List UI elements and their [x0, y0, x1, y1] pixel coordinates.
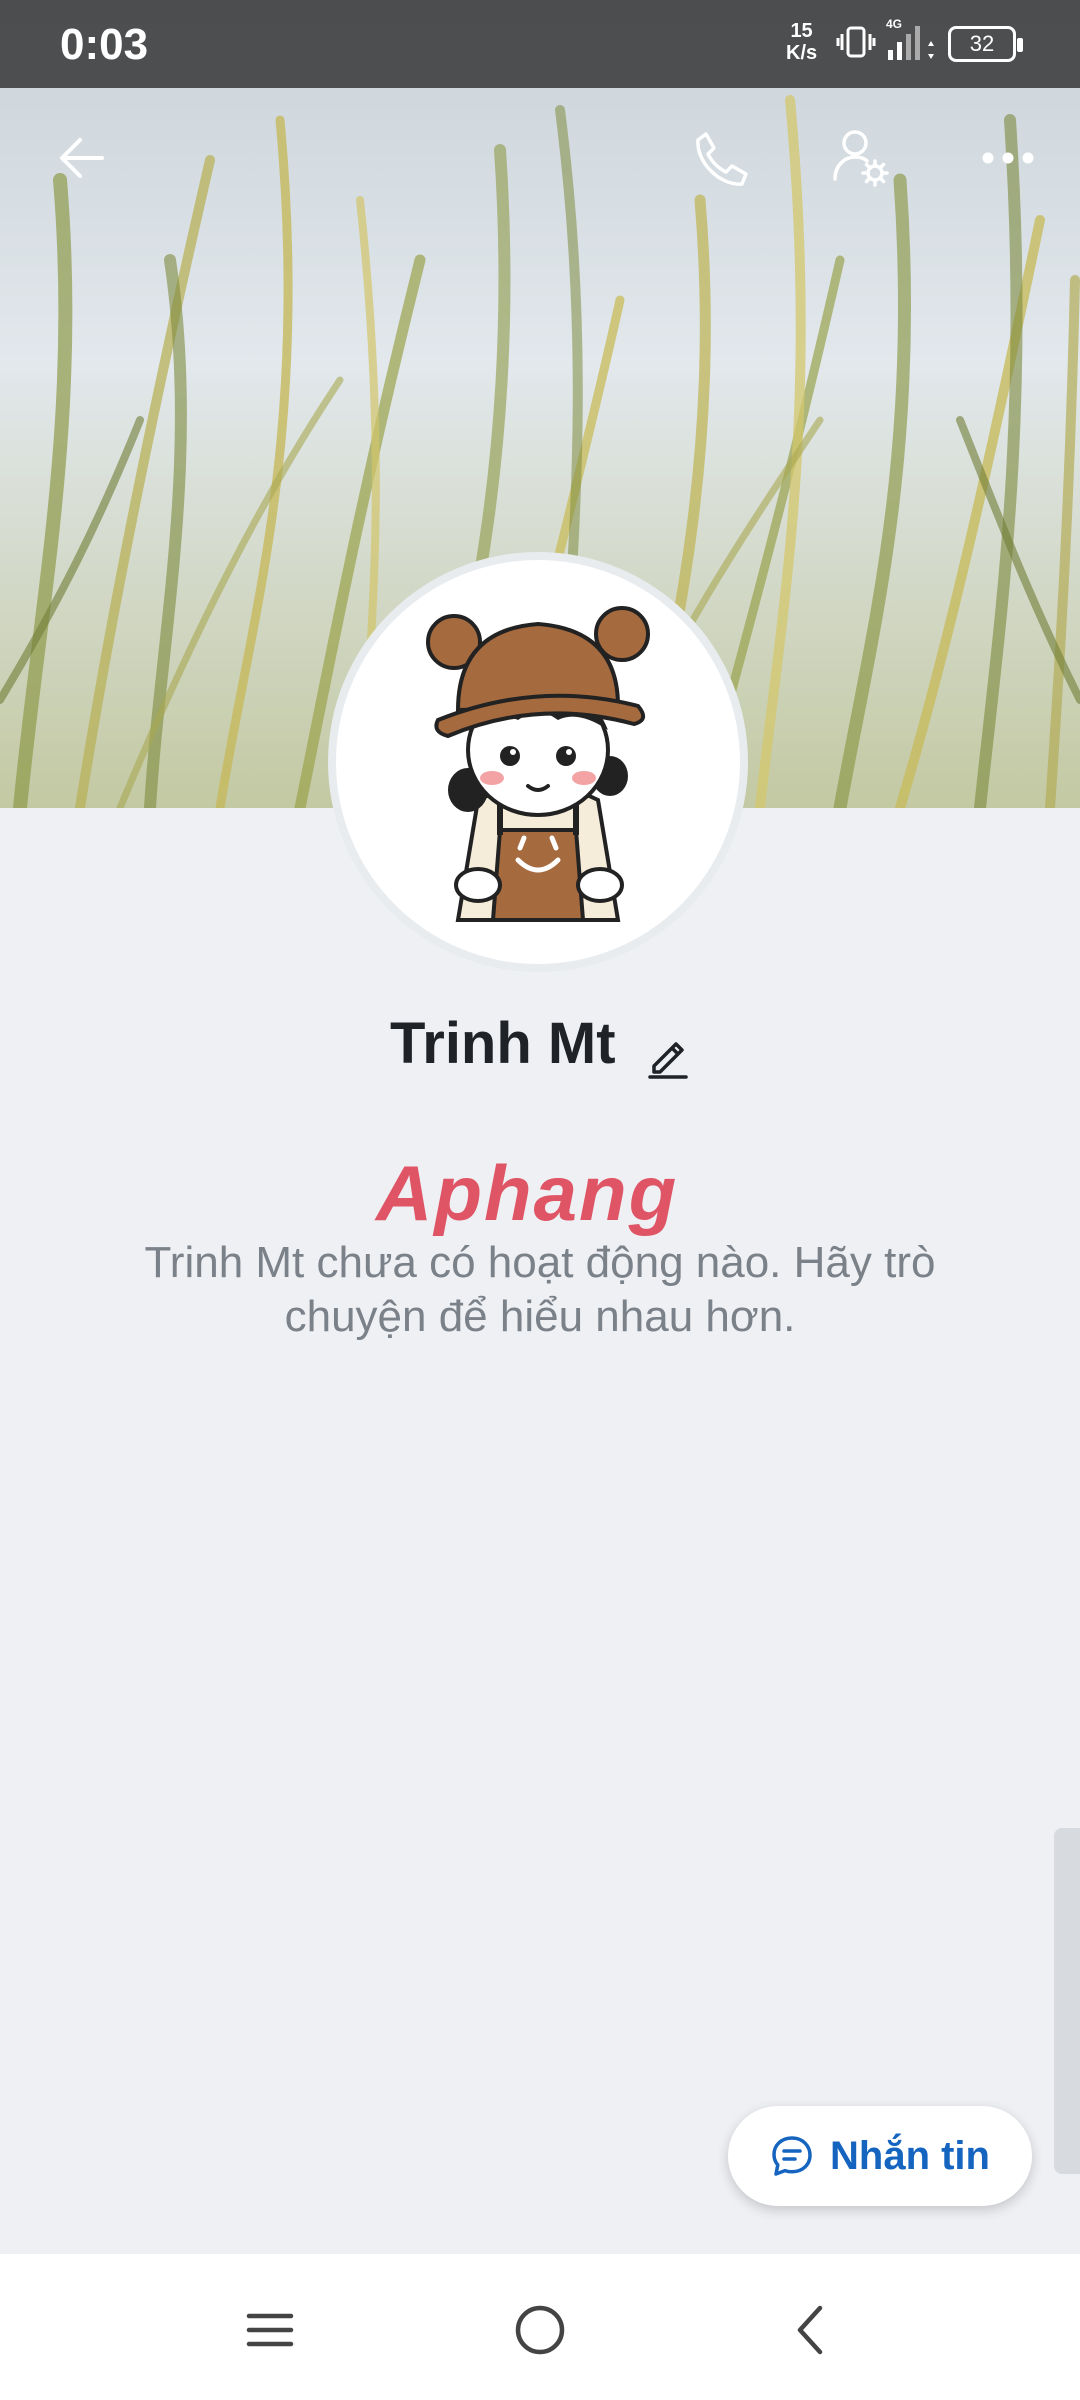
menu-icon	[246, 2313, 294, 2347]
status-bar: 0:03 15 K/s 4G 32	[0, 0, 1080, 88]
more-icon	[982, 152, 1034, 164]
send-message-label: Nhắn tin	[830, 2133, 990, 2178]
call-button[interactable]	[680, 118, 760, 198]
back-arrow-icon	[60, 138, 104, 178]
home-button[interactable]	[500, 2290, 580, 2370]
vibrate-icon	[836, 22, 876, 67]
back-icon	[797, 2305, 823, 2355]
phone-icon	[696, 132, 748, 186]
empty-activity-message: Trinh Mt chưa có hoạt động nào. Hãy trò …	[144, 1238, 936, 1341]
recent-apps-button[interactable]	[230, 2290, 310, 2370]
send-message-button[interactable]: Nhắn tin	[728, 2106, 1032, 2206]
net-speed: 15 K/s	[786, 20, 817, 64]
status-time: 0:03	[60, 20, 149, 69]
avatar[interactable]	[336, 560, 740, 964]
edit-name-button[interactable]	[646, 1032, 690, 1085]
battery-indicator: 32	[948, 26, 1023, 62]
scrollbar[interactable]	[1054, 1828, 1080, 2174]
avatar-illustration	[426, 606, 650, 922]
net-speed-unit: K/s	[786, 42, 818, 64]
home-icon	[515, 2305, 565, 2355]
watermark-text: Aphang	[376, 1149, 679, 1237]
net-speed-value: 15	[790, 20, 813, 42]
profile-name: Trinh Mt	[390, 1011, 616, 1076]
nav-back-button[interactable]	[770, 2290, 850, 2370]
profile-settings-button[interactable]	[822, 118, 902, 198]
signal-icon: 4G	[884, 16, 936, 71]
system-nav-bar	[0, 2254, 1080, 2400]
more-button[interactable]	[968, 118, 1048, 198]
network-type: 4G	[886, 17, 902, 31]
pencil-icon	[648, 1042, 688, 1080]
watermark-logo: Aphang	[376, 1148, 678, 1239]
chat-icon	[772, 2136, 812, 2176]
back-button[interactable]	[42, 118, 122, 198]
user-settings-icon	[833, 130, 889, 187]
profile-name-row: Trinh Mt	[0, 1010, 1080, 1085]
